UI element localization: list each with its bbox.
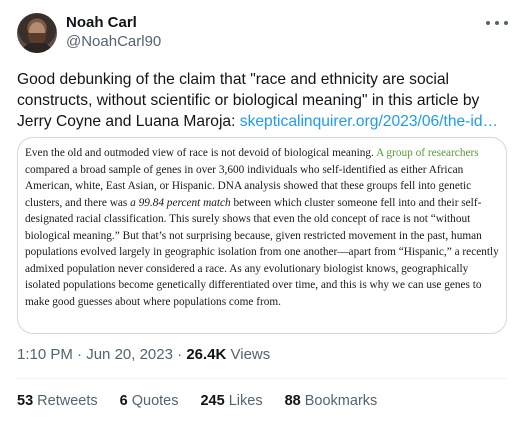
engagement-stats: 53 Retweets 6 Quotes 245 Likes 88 Bookma… [17, 393, 399, 409]
excerpt-text: Even the old and outmoded view of race i… [25, 145, 503, 310]
tweet-text: Good debunking of the claim that "race a… [17, 69, 507, 132]
retweets-stat[interactable]: 53 Retweets [17, 393, 98, 409]
bookmarks-label: Bookmarks [304, 393, 378, 409]
retweets-count: 53 [17, 393, 34, 409]
views-label: Views [230, 346, 271, 363]
excerpt-part-3: between which cluster someone fell into … [25, 196, 499, 308]
likes-count: 245 [200, 393, 225, 409]
more-options-icon[interactable] [486, 16, 508, 30]
quotes-label: Quotes [131, 393, 179, 409]
tweet-date[interactable]: Jun 20, 2023 [86, 346, 173, 363]
article-link[interactable]: skepticalinquirer.org/2023/06/the-id… [240, 113, 498, 130]
likes-label: Likes [228, 393, 263, 409]
tweet-time[interactable]: 1:10 PM [17, 346, 73, 363]
quotes-stat[interactable]: 6 Quotes [120, 393, 179, 409]
dot [486, 21, 490, 25]
excerpt-italic: a 99.84 percent match [130, 196, 231, 209]
excerpt-link: A group of researchers [376, 147, 479, 159]
meta-separator: · [177, 346, 183, 363]
divider [17, 378, 507, 379]
tweet: Noah Carl @NoahCarl90 Good debunking of … [0, 0, 520, 428]
dot [504, 21, 508, 25]
dot [495, 21, 499, 25]
likes-stat[interactable]: 245 Likes [200, 393, 262, 409]
retweets-label: Retweets [37, 393, 98, 409]
quotes-count: 6 [119, 393, 128, 409]
author-name[interactable]: Noah Carl [66, 14, 137, 31]
author-handle[interactable]: @NoahCarl90 [66, 33, 161, 50]
bookmarks-stat[interactable]: 88 Bookmarks [285, 393, 378, 409]
avatar[interactable] [17, 13, 57, 53]
excerpt-image[interactable]: Even the old and outmoded view of race i… [17, 137, 507, 334]
views-count: 26.4K [186, 346, 227, 363]
avatar-shirt [21, 43, 53, 53]
meta-separator: · [77, 346, 83, 363]
excerpt-part-1: Even the old and outmoded view of race i… [25, 147, 377, 159]
bookmarks-count: 88 [284, 393, 301, 409]
tweet-meta: 1:10 PM · Jun 20, 2023 · 26.4K Views [17, 346, 270, 363]
